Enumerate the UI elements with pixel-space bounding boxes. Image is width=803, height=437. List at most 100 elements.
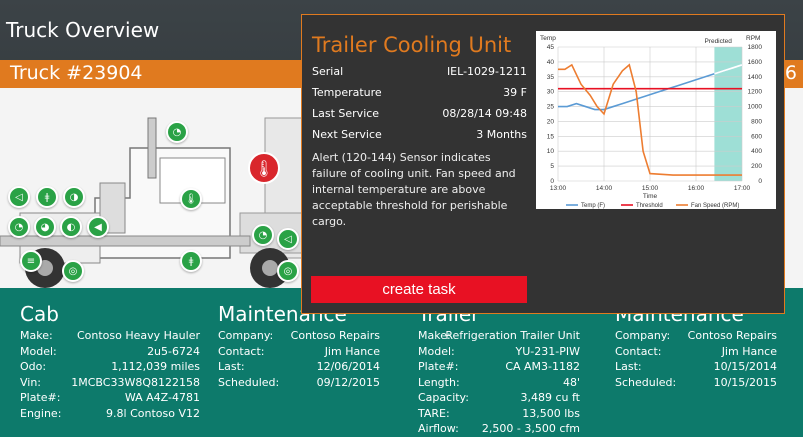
y-right-tick: 400: [751, 148, 762, 155]
info-row: Model: YU-231-PIW: [418, 344, 580, 360]
info-value: 1,112,039 miles: [111, 360, 200, 373]
alert-thermometer-icon[interactable]: 🌡: [248, 152, 280, 184]
y-left-tick: 20: [547, 118, 555, 125]
info-value: Refrigeration Trailer Unit: [445, 329, 580, 342]
info-label: Plate#:: [20, 391, 61, 404]
popup-value: 08/28/14 09:48: [442, 107, 527, 120]
info-label: Last:: [615, 360, 642, 373]
info-row: Last: 12/06/2014: [218, 359, 380, 375]
info-label: Capacity:: [418, 391, 469, 404]
info-value: Jim Hance: [324, 344, 380, 358]
y-left-tick: 30: [547, 89, 555, 96]
info-label: Contact:: [218, 344, 265, 358]
tire-icon[interactable]: ◎: [62, 260, 84, 282]
info-row: Scheduled: 10/15/2015: [615, 375, 777, 391]
y-right-tick: 1000: [748, 104, 763, 111]
info-label: Engine:: [20, 406, 62, 420]
info-label: Model:: [418, 344, 455, 358]
info-row: Model: 2u5-6724: [20, 344, 200, 360]
thermometer-icon[interactable]: ǂ: [180, 250, 202, 272]
info-value: 10/15/2015: [713, 375, 777, 389]
y-left-tick: 25: [547, 104, 555, 111]
popup-label: Next Service: [312, 128, 382, 141]
trailer-maintenance-info: Company: Contoso Repairs Contact: Jim Hance…: [615, 328, 777, 390]
gauge-icon[interactable]: ◔: [8, 216, 30, 238]
info-value: YU-231-PIW: [515, 344, 580, 358]
info-label: Company:: [218, 329, 274, 342]
alert-message: Alert (120-144) Sensor indicates failure…: [312, 151, 516, 228]
y-right-tick: 200: [751, 163, 762, 170]
cab-maintenance-info: Company: Contoso Repairs Contact: Jim Hance…: [218, 328, 380, 390]
popup-title: Trailer Cooling Unit: [312, 33, 512, 57]
legend-label-0: Temp (F): [581, 203, 605, 209]
popup-row-next-service: Next Service 3 Months: [312, 128, 527, 144]
info-value: 10/15/2014: [713, 360, 777, 373]
legend-label-1: Threshold: [636, 203, 663, 209]
y-left-label: Temp: [540, 35, 556, 42]
y-right-label: RPM: [746, 35, 760, 42]
trailer-cooling-popup: Trailer Cooling Unit Serial IEL-1029-121…: [301, 14, 785, 314]
horn-icon[interactable]: ◀: [87, 216, 109, 238]
gauge-icon[interactable]: ◑: [63, 186, 85, 208]
info-value: 13,500 lbs: [522, 406, 580, 420]
headlight-icon[interactable]: ≡: [20, 250, 42, 272]
legend-label-2: Fan Speed (RPM): [691, 203, 739, 209]
info-label: Contact:: [615, 344, 662, 358]
speedometer-icon[interactable]: ◔: [166, 121, 188, 143]
page-title: Truck Overview: [6, 18, 160, 42]
y-left-tick: 15: [547, 133, 555, 140]
info-label: Scheduled:: [615, 375, 677, 389]
info-value: 48': [562, 375, 580, 389]
y-right-tick: 1600: [748, 59, 763, 66]
info-label: Odo:: [20, 360, 47, 373]
info-value: 3,489 cu ft: [520, 391, 581, 404]
y-right-tick: 1800: [748, 44, 763, 51]
info-row: Contact: Jim Hance: [218, 344, 380, 360]
info-row: Vin: 1MCBC33W8Q8122158: [20, 375, 200, 391]
popup-row-serial: Serial IEL-1029-1211: [312, 65, 527, 81]
info-value: 9.8l Contoso V12: [106, 406, 200, 420]
x-tick: 13:00: [550, 185, 567, 192]
cooling-chart-svg: Predicted 0 5 10 15 20 25 30 35 40 45 0 200 400 600 800…: [540, 35, 763, 209]
info-label: Model:: [20, 344, 57, 358]
x-tick: 16:00: [688, 185, 705, 192]
info-label: Length:: [418, 375, 460, 389]
info-value: 2u5-6724: [147, 344, 200, 358]
y-left-tick: 5: [550, 163, 554, 170]
y-right-tick: 1200: [748, 89, 763, 96]
popup-row-last-service: Last Service 08/28/14 09:48: [312, 107, 527, 123]
popup-value: IEL-1029-1211: [446, 65, 527, 78]
info-row: Engine: 9.8l Contoso V12: [20, 406, 200, 422]
thermometer-icon[interactable]: ǂ: [36, 186, 58, 208]
thermometer-icon[interactable]: 🌡: [180, 188, 202, 210]
x-tick: 14:00: [596, 185, 613, 192]
popup-label: Temperature: [312, 86, 382, 99]
gauge-icon[interactable]: ◔: [252, 224, 274, 246]
horn-icon[interactable]: ◁: [277, 228, 299, 250]
info-row: Scheduled: 09/12/2015: [218, 375, 380, 391]
info-value: 12/06/2014: [316, 360, 380, 373]
y-right-tick: 800: [751, 118, 762, 125]
tire-icon[interactable]: ◎: [277, 260, 299, 282]
x-tick: 17:00: [734, 185, 751, 192]
info-label: Make:: [20, 329, 53, 342]
cooling-chart: Predicted 0 5 10 15 20 25 30 35 40 45 0 200 400 600 800…: [536, 31, 776, 209]
info-row: Plate#: CA AM3-1182: [418, 359, 580, 375]
info-label: Plate#:: [418, 360, 459, 373]
x-label: Time: [643, 193, 658, 200]
y-left-tick: 10: [547, 148, 555, 155]
info-value: Contoso Heavy Hauler: [76, 329, 200, 342]
info-row: Make: Contoso Heavy Hauler: [20, 328, 200, 344]
horn-icon[interactable]: ◁: [8, 186, 30, 208]
create-task-button[interactable]: create task: [311, 276, 527, 303]
truck-name-tail: 6: [784, 62, 797, 84]
info-row: Company: Contoso Repairs: [218, 328, 380, 344]
info-value: WA A4Z-4781: [124, 391, 200, 404]
fuel-icon[interactable]: ◐: [60, 216, 82, 238]
truck-name: Truck #23904: [10, 62, 143, 84]
y-left-tick: 45: [547, 44, 555, 51]
info-value: Contoso Repairs: [687, 329, 777, 342]
popup-label: Last Service: [312, 107, 380, 120]
gauge-icon[interactable]: ◕: [34, 216, 56, 238]
predicted-label: Predicted: [704, 38, 732, 45]
